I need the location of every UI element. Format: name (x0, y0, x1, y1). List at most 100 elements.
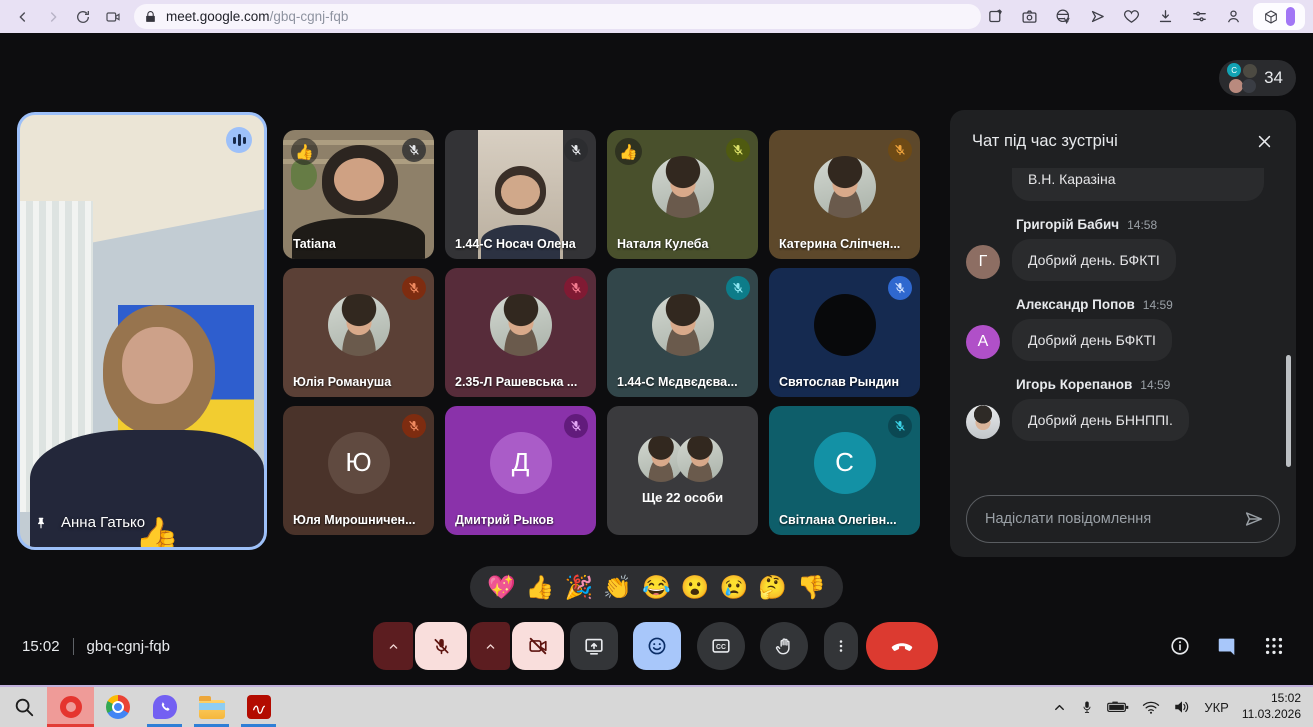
url-path: /gbq-cgnj-fqb (270, 9, 349, 24)
reactions-bar: 💖 👍 🎉 👏 😂 😮 😢 🤔 👎 (470, 566, 843, 608)
reaction-emoji[interactable]: 👎 (797, 576, 826, 599)
sidebar-indicator (1286, 7, 1295, 26)
pin-icon (34, 515, 48, 531)
camera-icon[interactable] (1015, 4, 1043, 30)
chat-panel: Чат під час зустрічі національного уніве… (950, 110, 1296, 557)
mic-off-button[interactable] (415, 622, 467, 670)
participant-tile[interactable]: ЮЮля Мирошничен... (283, 406, 434, 535)
chat-message-author: Александр Попов14:59 (1016, 297, 1282, 312)
tray-mic-icon[interactable] (1080, 699, 1094, 715)
extension-panel[interactable] (1253, 3, 1305, 30)
hidden-icons-chevron[interactable] (1052, 700, 1067, 715)
volume-icon[interactable] (1173, 699, 1191, 715)
meeting-clock: 15:02 (22, 638, 60, 655)
participant-tile[interactable]: Катерина Сліпчен... (769, 130, 920, 259)
participant-tile[interactable]: Юлія Романуша (283, 268, 434, 397)
participant-tile[interactable]: 👍Наталя Кулеба (607, 130, 758, 259)
clock-date[interactable]: 15:02 11.03.2026 (1242, 691, 1301, 722)
translate-icon[interactable] (1049, 4, 1077, 30)
taskbar-opera-button[interactable] (47, 687, 94, 727)
audio-activity-icon (226, 127, 252, 153)
camera-options-chevron[interactable] (470, 622, 510, 670)
present-button[interactable] (570, 622, 618, 670)
camera-off-button[interactable] (512, 622, 564, 670)
favorites-heart-icon[interactable] (1117, 4, 1145, 30)
grid-dots-icon (1263, 635, 1285, 657)
taskbar-acrobat-button[interactable] (235, 687, 282, 727)
taskbar-viber-button[interactable] (141, 687, 188, 727)
chat-message-time: 14:59 (1143, 298, 1173, 312)
wifi-icon[interactable] (1142, 700, 1160, 715)
send-icon[interactable] (1243, 508, 1265, 530)
reaction-emoji[interactable]: 🤔 (758, 576, 787, 599)
captions-button[interactable]: CC (697, 622, 745, 670)
forward-icon[interactable] (38, 4, 68, 30)
mic-off-icon (888, 138, 912, 162)
reaction-emoji[interactable]: 👏 (603, 576, 632, 599)
url-host: meet.google.com (166, 9, 270, 24)
chat-messages[interactable]: національного університету імені В.Н. Ка… (966, 168, 1282, 479)
taskbar-chrome-button[interactable] (94, 687, 141, 727)
mic-off-icon (888, 276, 912, 300)
end-call-button[interactable] (866, 622, 938, 670)
meeting-details-button[interactable] (1165, 622, 1195, 670)
meeting-info: 15:02 gbq-cgnj-fqb (22, 622, 170, 670)
participant-tile[interactable]: 👍Tatiana (283, 130, 434, 259)
address-bar[interactable]: meet.google.com/gbq-cgnj-fqb (134, 4, 981, 29)
cube-icon (1263, 9, 1279, 25)
participant-name: 1.44-С Носач Олена (455, 237, 588, 251)
participant-tile[interactable]: ДДмитрий Рыков (445, 406, 596, 535)
mic-off-icon (402, 414, 426, 438)
mic-off-icon (402, 276, 426, 300)
avatar (814, 294, 876, 356)
more-options-button[interactable] (824, 622, 858, 670)
chat-scrollbar[interactable] (1286, 355, 1291, 467)
url-text: meet.google.com/gbq-cgnj-fqb (166, 9, 348, 24)
chat-input[interactable]: Надіслати повідомлення (966, 495, 1280, 543)
back-icon[interactable] (8, 4, 38, 30)
reactions-button[interactable] (633, 622, 681, 670)
battery-icon[interactable] (1107, 700, 1129, 714)
taskbar-search-button[interactable] (0, 687, 47, 727)
downloads-icon[interactable] (1151, 4, 1179, 30)
chat-message: Александр Попов14:59АДобрий день БФКТІ (966, 297, 1282, 361)
share-flow-icon[interactable] (1083, 4, 1111, 30)
avatar: А (966, 325, 1000, 359)
participant-tile[interactable]: 1.44-С Мєдвєдєва... (607, 268, 758, 397)
participant-tile[interactable]: Ще 22 особи (607, 406, 758, 535)
main-speaker-tile[interactable]: Анна Гатько 👍 (17, 112, 267, 550)
avatar (677, 436, 723, 482)
participant-count-badge[interactable]: C 34 (1219, 60, 1296, 96)
divider (73, 638, 74, 655)
taskbar-explorer-button[interactable] (188, 687, 235, 727)
avatar: С (814, 432, 876, 494)
participant-name: 2.35-Л Рашевська ... (455, 375, 588, 389)
settings-sliders-icon[interactable] (1185, 4, 1213, 30)
participant-tile[interactable]: Святослав Рындин (769, 268, 920, 397)
participant-tile[interactable]: 1.44-С Носач Олена (445, 130, 596, 259)
mic-off-icon (564, 276, 588, 300)
avatar: Г (966, 245, 1000, 279)
participant-tile[interactable]: ССвітлана Олегівн... (769, 406, 920, 535)
reload-icon[interactable] (68, 4, 98, 30)
language-indicator[interactable]: УКР (1204, 700, 1229, 715)
tab-media-icon[interactable] (98, 4, 128, 30)
activities-button[interactable] (1259, 622, 1289, 670)
reaction-emoji[interactable]: 😂 (642, 576, 671, 599)
chat-message-author: Григорій Бабич14:58 (1016, 217, 1282, 232)
close-icon[interactable] (1252, 129, 1276, 153)
participant-tile[interactable]: 2.35-Л Рашевська ... (445, 268, 596, 397)
reaction-emoji[interactable]: 👍 (526, 576, 555, 599)
chat-toggle-button[interactable] (1212, 622, 1242, 670)
reaction-emoji[interactable]: 🎉 (565, 576, 594, 599)
raise-hand-button[interactable] (760, 622, 808, 670)
mic-options-chevron[interactable] (373, 622, 413, 670)
main-tile-label: Анна Гатько (34, 514, 145, 531)
profile-icon[interactable] (1219, 4, 1247, 30)
reaction-emoji[interactable]: 💖 (487, 576, 516, 599)
chat-message-author: Игорь Корепанов14:59 (1016, 377, 1282, 392)
acrobat-icon (247, 695, 271, 719)
reaction-emoji[interactable]: 😢 (720, 576, 749, 599)
snapshot-edit-icon[interactable] (981, 4, 1009, 30)
reaction-emoji[interactable]: 😮 (681, 576, 710, 599)
